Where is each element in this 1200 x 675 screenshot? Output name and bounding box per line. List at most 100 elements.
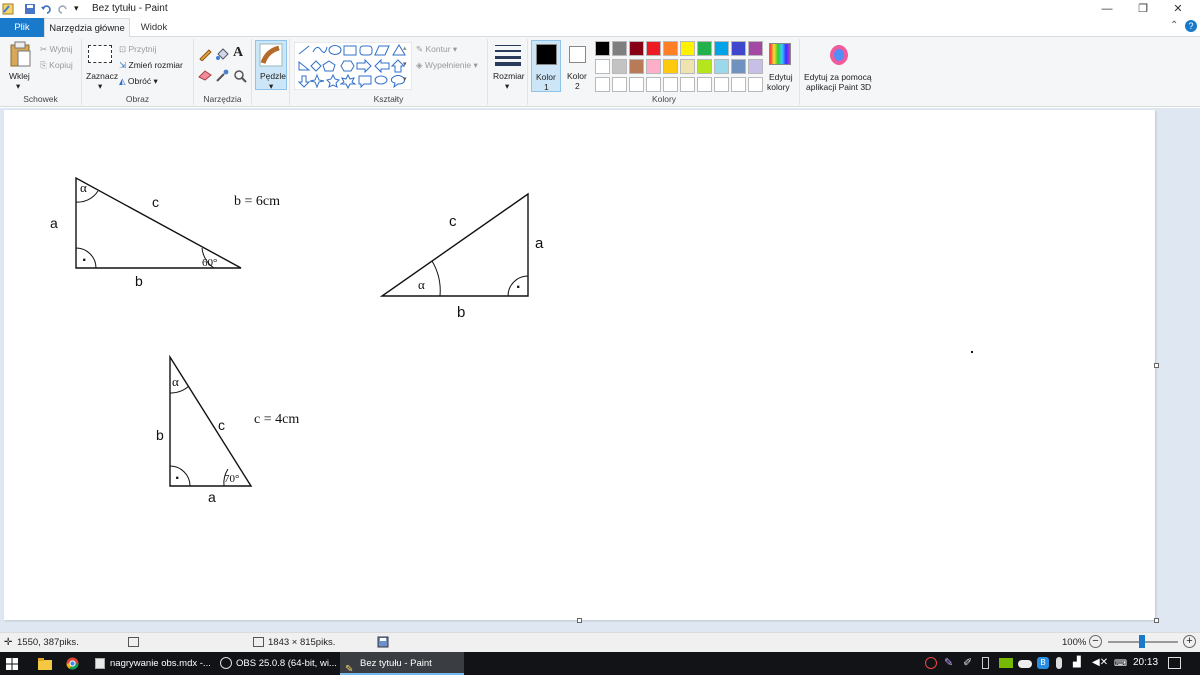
palette-swatch[interactable] (714, 77, 729, 92)
zoom-slider[interactable] (1108, 635, 1178, 648)
tray-microphone-icon[interactable] (1056, 657, 1062, 669)
palette-swatch[interactable] (629, 41, 644, 56)
action-center-icon[interactable] (1168, 657, 1181, 669)
tray-bluetooth-icon[interactable]: B (1037, 657, 1049, 669)
palette-swatch[interactable] (731, 41, 746, 56)
canvas-resize-handle-right[interactable] (1154, 363, 1159, 368)
brushes-button[interactable]: Pędzle ▾ (255, 40, 287, 91)
palette-swatch[interactable] (612, 77, 627, 92)
palette-swatch[interactable] (646, 41, 661, 56)
customize-toolbar-icon[interactable]: ▾ (74, 3, 86, 15)
help-icon[interactable]: ? (1185, 20, 1197, 32)
palette-swatch[interactable] (595, 77, 610, 92)
taskbar-item-paint[interactable]: ✎ Bez tytułu - Paint (340, 652, 464, 675)
palette-swatch[interactable] (697, 41, 712, 56)
shapes-scroll-down-icon[interactable]: ▾ (403, 60, 407, 68)
file-explorer-icon[interactable] (38, 658, 52, 670)
fill-button[interactable]: ◈ Wypełnienie ▾ (416, 60, 478, 71)
palette-swatch[interactable] (748, 59, 763, 74)
color1-button[interactable]: Kolor 1 (531, 40, 561, 92)
edit-in-paint3d-button[interactable]: Edytuj za pomocą aplikacji Paint 3D (800, 41, 878, 93)
shapes-gallery[interactable] (294, 42, 412, 90)
copy-button[interactable]: ⎘ Kopiuj (40, 60, 73, 71)
palette-swatch[interactable] (680, 59, 695, 74)
palette-swatch[interactable] (595, 59, 610, 74)
palette-swatch[interactable] (663, 41, 678, 56)
palette-swatch[interactable] (714, 59, 729, 74)
palette-swatch[interactable] (680, 77, 695, 92)
palette-swatch[interactable] (680, 41, 695, 56)
zoom-in-button[interactable]: + (1183, 635, 1196, 648)
palette-swatch[interactable] (646, 59, 661, 74)
palette-swatch[interactable] (697, 77, 712, 92)
fill-bucket-icon[interactable] (215, 47, 229, 61)
tray-app-icon-2[interactable]: ✎ (944, 657, 956, 669)
chrome-icon[interactable] (66, 657, 79, 670)
edit-colors-button[interactable]: Edytuj kolory (763, 41, 799, 93)
palette-swatch[interactable] (629, 59, 644, 74)
tray-input-language-icon[interactable]: ⌨ (1114, 657, 1127, 669)
outline-button[interactable]: ✎ Kontur ▾ (416, 44, 457, 55)
tray-volume-muted-icon[interactable]: ◀✕ (1092, 657, 1108, 669)
undo-icon[interactable] (40, 3, 52, 15)
size-button[interactable]: Rozmiar ▾ (490, 41, 526, 91)
taskbar-item-mdx[interactable]: nagrywanie obs.mdx -... (90, 652, 214, 675)
palette-swatch[interactable] (612, 59, 627, 74)
paste-button[interactable]: Wklej ▾ (4, 41, 34, 91)
text-tool-icon[interactable]: A (233, 45, 243, 61)
save-icon[interactable] (24, 3, 36, 15)
palette-swatch[interactable] (663, 77, 678, 92)
cut-button[interactable]: ✂ Wytnij (40, 44, 73, 55)
shapes-group: ▴ ▾ ▾ ✎ Kontur ▾ ◈ Wypełnienie ▾ Kształt… (290, 39, 488, 105)
color2-button[interactable]: Kolor 2 (564, 40, 592, 92)
resize-button[interactable]: ⇲ Zmień rozmiar (119, 60, 183, 71)
tray-app-icon-1[interactable] (925, 657, 937, 669)
pencil-icon[interactable] (198, 47, 212, 61)
tray-network-icon[interactable]: ▟ (1073, 657, 1085, 669)
clipboard-group-label: Schowek (23, 94, 58, 104)
tab-view[interactable]: Widok (134, 18, 174, 37)
collapse-ribbon-icon[interactable]: ⌃ (1170, 20, 1178, 31)
minimize-button[interactable]: — (1097, 2, 1117, 16)
palette-swatch[interactable] (697, 59, 712, 74)
eraser-icon[interactable] (198, 69, 212, 81)
palette-swatch[interactable] (663, 59, 678, 74)
palette-swatch[interactable] (731, 59, 746, 74)
redo-icon[interactable] (57, 3, 69, 15)
canvas-workspace[interactable]: α a c b 60° · b = 6cm c a b α · α b c a … (0, 108, 1200, 632)
palette-swatch[interactable] (595, 41, 610, 56)
zoom-slider-thumb[interactable] (1139, 635, 1145, 648)
palette-swatch[interactable] (731, 77, 746, 92)
palette-swatch[interactable] (714, 41, 729, 56)
zoom-out-button[interactable]: − (1089, 635, 1102, 648)
palette-swatch[interactable] (748, 77, 763, 92)
palette-swatch[interactable] (646, 77, 661, 92)
canvas-resize-handle-bottom[interactable] (577, 618, 582, 623)
triangle-1-angle-60: 60° (202, 257, 217, 269)
line-size-icon (495, 45, 521, 66)
clock[interactable]: 20:13 (1133, 657, 1158, 668)
taskbar-item-obs[interactable]: OBS 25.0.8 (64-bit, wi... (216, 652, 340, 675)
shapes-more-icon[interactable]: ▾ (403, 75, 407, 83)
tab-file[interactable]: Plik (0, 18, 44, 37)
tray-nvidia-icon[interactable] (999, 658, 1013, 668)
crop-button[interactable]: ⊡ Przytnij (119, 44, 156, 55)
magnifier-icon[interactable] (233, 69, 247, 83)
close-button[interactable]: ✕ (1168, 2, 1188, 16)
shapes-scroll-up-icon[interactable]: ▴ (403, 44, 407, 52)
color-picker-icon[interactable] (215, 69, 229, 83)
tray-onedrive-icon[interactable] (1018, 660, 1032, 668)
maximize-button[interactable]: ❐ (1133, 2, 1153, 16)
start-windows-icon[interactable] (6, 658, 18, 670)
rotate-button[interactable]: ◭ Obróć ▾ (119, 76, 158, 87)
palette-swatch[interactable] (748, 41, 763, 56)
tray-usb-icon[interactable] (982, 657, 989, 669)
palette-swatch[interactable] (612, 41, 627, 56)
document-icon (95, 658, 105, 669)
canvas-resize-handle-corner[interactable] (1154, 618, 1159, 623)
palette-swatch[interactable] (629, 77, 644, 92)
drawing-canvas[interactable]: α a c b 60° · b = 6cm c a b α · α b c a … (4, 110, 1155, 620)
select-button[interactable]: Zaznacz ▾ (86, 43, 118, 91)
tray-pen-icon[interactable]: ✐ (963, 657, 975, 669)
tab-home[interactable]: Narzędzia główne (44, 18, 130, 38)
